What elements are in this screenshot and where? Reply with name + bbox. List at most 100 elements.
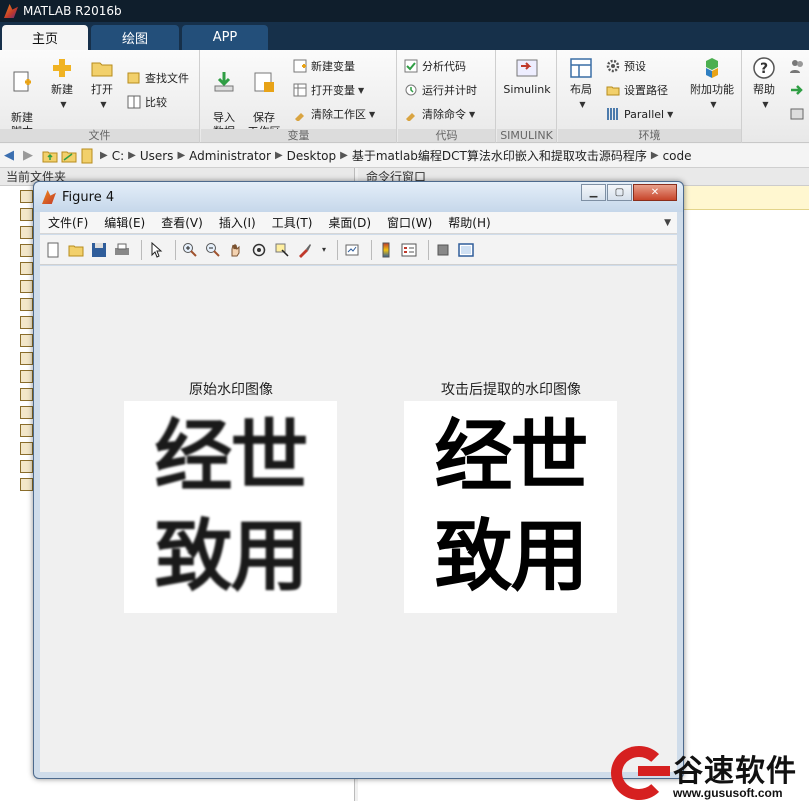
forward-arrow-icon[interactable]: ▶ (23, 148, 39, 163)
data-cursor-icon[interactable] (273, 241, 291, 259)
request-support-icon[interactable] (789, 82, 805, 98)
preferences-button[interactable]: 预设 (606, 56, 646, 76)
hide-plot-tools-icon[interactable] (434, 241, 452, 259)
find-files-icon (127, 72, 140, 84)
brand-url: www.gususoft.com (673, 786, 783, 800)
tab-apps[interactable]: APP (182, 25, 268, 50)
close-button[interactable]: ✕ (633, 184, 677, 201)
extracted-watermark-image: 经世 致用 (404, 401, 617, 613)
file-icon[interactable] (20, 442, 33, 455)
menu-view[interactable]: 查看(V) (161, 214, 203, 231)
file-icon[interactable] (20, 226, 33, 239)
new-button[interactable]: 新建 ▼ (43, 56, 81, 112)
app-title-bar: MATLAB R2016b (0, 0, 809, 22)
file-icon[interactable] (20, 334, 33, 347)
breadcrumb-item[interactable]: 基于matlab编程DCT算法水印嵌入和提取攻击源码程序 (352, 147, 647, 164)
window-controls: ▁ ▢ ✕ (580, 184, 677, 201)
breadcrumb-item[interactable]: Users (140, 149, 174, 163)
clear-commands-button[interactable]: 清除命令 ▼ (404, 104, 475, 124)
menu-insert[interactable]: 插入(I) (219, 214, 256, 231)
pointer-icon[interactable] (147, 241, 165, 259)
tab-plots[interactable]: 绘图 (91, 25, 179, 50)
menu-help[interactable]: 帮助(H) (448, 214, 490, 231)
brush-dropdown-icon[interactable]: ▾ (322, 245, 326, 254)
legend-icon[interactable] (400, 241, 418, 259)
colorbar-icon[interactable] (377, 241, 395, 259)
file-icon[interactable] (20, 262, 33, 275)
ribbon-group-variable: 导入 数据 保存 工作区 新建变量 打开变量▼ 清除工作区▼ 变量 (201, 50, 397, 143)
parallel-button[interactable]: Parallel ▼ (606, 104, 673, 124)
open-variable-button[interactable]: 打开变量 ▼ (293, 80, 364, 100)
file-icon[interactable] (20, 280, 33, 293)
file-icon[interactable] (20, 298, 33, 311)
new-variable-button[interactable]: 新建变量 (293, 56, 355, 76)
ribbon-group-label: 环境 (558, 129, 741, 142)
menu-file[interactable]: 文件(F) (48, 214, 88, 231)
import-icon (214, 72, 234, 92)
breadcrumb-item[interactable]: Administrator (189, 149, 271, 163)
menu-overflow-icon[interactable]: ▼ (664, 218, 671, 228)
breadcrumb-item[interactable]: C: (112, 149, 124, 163)
run-and-time-button[interactable]: 运行并计时 (404, 80, 477, 100)
rotate-3d-icon[interactable] (250, 241, 268, 259)
community-icon[interactable] (789, 58, 805, 74)
brand-logo-bar (638, 766, 670, 776)
file-icon[interactable] (20, 388, 33, 401)
file-icon[interactable] (20, 352, 33, 365)
new-script-button[interactable]: 新建 脚本 (3, 56, 41, 139)
brush-icon[interactable] (296, 241, 314, 259)
analyze-code-button[interactable]: 分析代码 (404, 56, 466, 76)
add-ons-button[interactable]: 附加功能 ▼ (686, 56, 738, 112)
breadcrumb-item[interactable]: Desktop (287, 149, 337, 163)
up-folder-icon[interactable] (42, 149, 58, 163)
breadcrumb-separator: ▶ (128, 150, 136, 161)
file-icon[interactable] (20, 406, 33, 419)
axes-title-original: 原始水印图像 (189, 382, 273, 398)
open-file-icon[interactable] (67, 241, 85, 259)
file-icon[interactable] (20, 208, 33, 221)
figure-menu-bar: 文件(F) 编辑(E) 查看(V) 插入(I) 工具(T) 桌面(D) 窗口(W… (40, 212, 677, 234)
import-data-button[interactable]: 导入 数据 (205, 56, 243, 139)
resources-icon[interactable] (789, 106, 805, 122)
ribbon-group-help: ? 帮助 ▼ (743, 50, 809, 143)
compare-button[interactable]: 比较 (127, 92, 167, 112)
new-figure-icon[interactable] (44, 241, 62, 259)
file-icon[interactable] (20, 190, 33, 203)
minimize-button[interactable]: ▁ (581, 184, 606, 201)
menu-window[interactable]: 窗口(W) (387, 214, 432, 231)
browse-folder-icon[interactable] (61, 149, 77, 163)
file-icon[interactable] (20, 316, 33, 329)
pan-hand-icon[interactable] (227, 241, 245, 259)
breadcrumb-item[interactable]: code (663, 149, 692, 163)
simulink-icon (516, 59, 538, 77)
simulink-button[interactable]: Simulink (501, 56, 553, 97)
axes-title-extracted: 攻击后提取的水印图像 (441, 382, 581, 398)
menu-edit[interactable]: 编辑(E) (104, 214, 145, 231)
watermark-text-line: 经世 (154, 412, 308, 502)
menu-desktop[interactable]: 桌面(D) (328, 214, 371, 231)
layout-button[interactable]: 布局 ▼ (562, 56, 600, 112)
file-icon[interactable] (20, 478, 33, 491)
zoom-out-icon[interactable] (204, 241, 222, 259)
show-plot-tools-icon[interactable] (457, 241, 475, 259)
file-icon[interactable] (20, 370, 33, 383)
add-ons-icon (706, 58, 718, 78)
save-workspace-button[interactable]: 保存 工作区 (245, 56, 283, 139)
clear-workspace-button[interactable]: 清除工作区 ▼ (293, 104, 375, 124)
menu-tools[interactable]: 工具(T) (272, 214, 313, 231)
tab-home[interactable]: 主页 (2, 25, 88, 50)
print-icon[interactable] (113, 241, 131, 259)
file-icon[interactable] (20, 460, 33, 473)
file-icon[interactable] (20, 424, 33, 437)
zoom-in-icon[interactable] (181, 241, 199, 259)
link-plot-icon[interactable] (343, 241, 361, 259)
set-path-button[interactable]: 设置路径 (606, 80, 668, 100)
file-icon[interactable] (20, 244, 33, 257)
save-icon[interactable] (90, 241, 108, 259)
watermark-text-line: 致用 (154, 512, 308, 602)
help-button[interactable]: ? 帮助 ▼ (745, 56, 783, 112)
back-arrow-icon[interactable]: ◀ (4, 148, 20, 163)
maximize-button[interactable]: ▢ (607, 184, 632, 201)
open-button[interactable]: 打开 ▼ (83, 56, 121, 112)
find-files-button[interactable]: 查找文件 (127, 68, 189, 88)
